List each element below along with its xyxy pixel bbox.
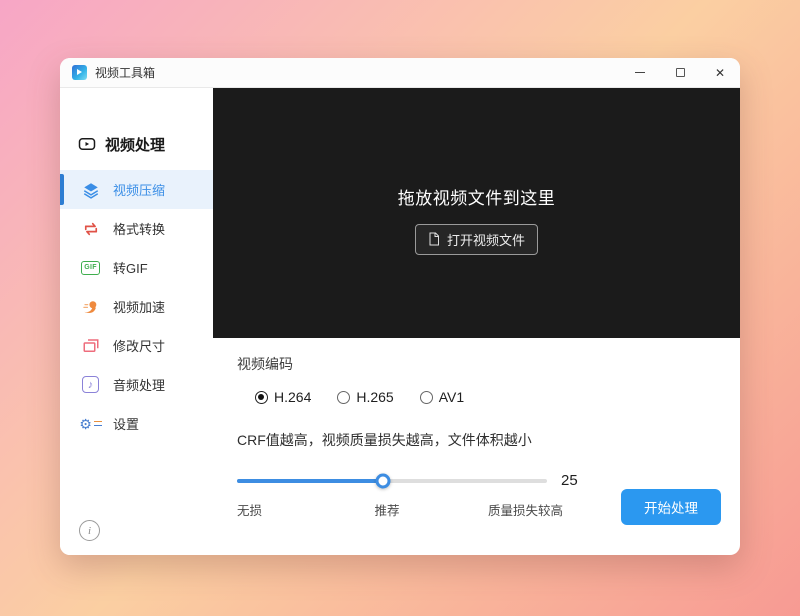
- crf-slider[interactable]: [237, 479, 547, 483]
- audio-note-icon: ♪: [81, 375, 100, 394]
- sidebar-item-label: 音频处理: [113, 375, 165, 394]
- open-video-file-label: 打开视频文件: [447, 230, 525, 249]
- sidebar-item-label: 视频压缩: [113, 180, 165, 199]
- start-processing-button[interactable]: 开始处理: [621, 489, 721, 525]
- crf-scale-labels: 无损 推荐 质量损失较高: [237, 500, 563, 516]
- sidebar-item-label: 设置: [113, 414, 139, 433]
- radio-h265[interactable]: H.265: [337, 389, 393, 405]
- main-area: 拖放视频文件到这里 打开视频文件 视频编码 H.264 H.265: [213, 88, 740, 555]
- minimize-button[interactable]: [620, 58, 660, 87]
- open-video-file-button[interactable]: 打开视频文件: [415, 224, 538, 255]
- close-button[interactable]: ✕: [700, 58, 740, 87]
- radio-label: AV1: [439, 389, 464, 405]
- convert-arrows-icon: [81, 219, 100, 238]
- sidebar-item-audio[interactable]: ♪ 音频处理: [60, 365, 213, 404]
- gif-badge-icon: GIF: [81, 258, 100, 277]
- slider-fill: [237, 479, 383, 483]
- radio-circle: [337, 391, 350, 404]
- sidebar-item-settings[interactable]: ⚙ 设置: [60, 404, 213, 443]
- drop-zone-title: 拖放视频文件到这里: [398, 184, 556, 209]
- sidebar-item-label: 格式转换: [113, 219, 165, 238]
- app-window: 视频工具箱 ✕ 视频处理 视频压缩: [60, 58, 740, 555]
- sidebar-item-label: 修改尺寸: [113, 336, 165, 355]
- window-title: 视频工具箱: [95, 64, 155, 81]
- title-bar[interactable]: 视频工具箱 ✕: [60, 58, 740, 88]
- sidebar-item-to-gif[interactable]: GIF 转GIF: [60, 248, 213, 287]
- sidebar-item-resize[interactable]: 修改尺寸: [60, 326, 213, 365]
- sidebar-item-format-convert[interactable]: 格式转换: [60, 209, 213, 248]
- radio-h264[interactable]: H.264: [255, 389, 311, 405]
- layers-icon: [81, 180, 100, 199]
- minimize-icon: [635, 72, 645, 73]
- radio-label: H.264: [274, 389, 311, 405]
- speed-rocket-icon: [81, 297, 100, 316]
- crf-value: 25: [561, 472, 578, 489]
- info-button[interactable]: i: [79, 520, 100, 541]
- crf-slider-row: 25: [237, 472, 740, 489]
- scale-label-lossless: 无损: [237, 500, 262, 519]
- scale-label-high-loss: 质量损失较高: [488, 500, 563, 519]
- window-controls: ✕: [620, 58, 740, 87]
- sidebar-item-video-speed[interactable]: 视频加速: [60, 287, 213, 326]
- sidebar-item-label: 转GIF: [113, 258, 148, 277]
- sidebar: 视频处理 视频压缩 格式转换 GIF 转GIF: [60, 88, 213, 555]
- desktop-background: { "window": { "title": "视频工具箱", "control…: [0, 0, 800, 616]
- radio-circle: [420, 391, 433, 404]
- gear-icon: ⚙: [81, 414, 100, 433]
- sidebar-header-label: 视频处理: [105, 134, 165, 155]
- resize-icon: [81, 336, 100, 355]
- maximize-icon: [676, 68, 685, 77]
- app-logo-icon: [72, 65, 87, 80]
- info-icon: i: [88, 525, 91, 537]
- encoding-label: 视频编码: [237, 354, 740, 374]
- crf-description: CRF值越高，视频质量损失越高，文件体积越小: [237, 430, 740, 450]
- slider-thumb[interactable]: [375, 473, 390, 488]
- video-drop-zone[interactable]: 拖放视频文件到这里 打开视频文件: [213, 88, 740, 338]
- video-camera-icon: [77, 135, 96, 154]
- encoding-radio-group: H.264 H.265 AV1: [255, 389, 740, 405]
- sidebar-header: 视频处理: [60, 130, 213, 158]
- scale-label-recommended: 推荐: [374, 500, 399, 519]
- sidebar-item-video-compress[interactable]: 视频压缩: [60, 170, 213, 209]
- radio-label: H.265: [356, 389, 393, 405]
- maximize-button[interactable]: [660, 58, 700, 87]
- radio-circle-checked: [255, 391, 268, 404]
- sidebar-item-label: 视频加速: [113, 297, 165, 316]
- close-icon: ✕: [715, 66, 725, 80]
- radio-av1[interactable]: AV1: [420, 389, 464, 405]
- file-icon: [428, 232, 440, 246]
- compression-settings-panel: 视频编码 H.264 H.265 AV1 CRF值越高，视频质: [213, 338, 740, 555]
